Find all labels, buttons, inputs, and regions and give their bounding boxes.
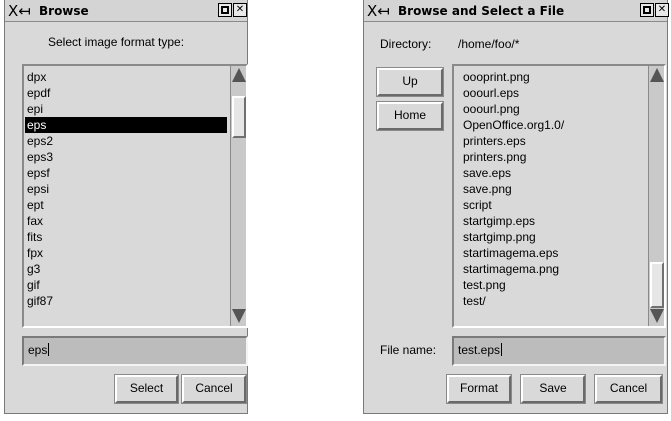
maximize-icon[interactable]: [640, 3, 654, 17]
format-input-value: eps: [28, 343, 48, 357]
format-button[interactable]: Format: [446, 374, 512, 404]
home-button[interactable]: Home: [376, 101, 444, 131]
x-logo-icon[interactable]: Χ↤: [367, 3, 390, 19]
format-prompt: Select image format type:: [48, 35, 185, 49]
save-button[interactable]: Save: [520, 374, 586, 404]
scrollbar-thumb[interactable]: [232, 96, 246, 138]
browse-dialog: Χ↤ Browse ✕ Select image format type: dp…: [4, 0, 248, 414]
filename-input[interactable]: test.eps: [452, 336, 666, 366]
list-item[interactable]: OpenOffice.org1.0/: [461, 117, 641, 133]
scroll-up-arrow-icon[interactable]: [232, 68, 246, 82]
x-logo-icon[interactable]: Χ↤: [8, 3, 31, 19]
list-item-selected[interactable]: eps: [25, 117, 227, 133]
file-list[interactable]: oooprint.png ooourl.eps ooourl.png OpenOffi…: [461, 69, 641, 323]
list-item[interactable]: epsi: [25, 181, 227, 197]
list-item[interactable]: script: [461, 197, 641, 213]
scroll-down-arrow-icon[interactable]: [232, 309, 246, 323]
list-item[interactable]: epsf: [25, 165, 227, 181]
list-item[interactable]: ooourl.eps: [461, 85, 641, 101]
directory-value: /home/foo/*: [458, 37, 520, 51]
list-item[interactable]: startgimp.eps: [461, 213, 641, 229]
maximize-icon[interactable]: [218, 3, 232, 17]
scroll-down-arrow-icon[interactable]: [650, 309, 664, 323]
filename-label: File name:: [380, 343, 437, 357]
list-item[interactable]: fpx: [25, 245, 227, 261]
format-list[interactable]: dpx epdf epi eps eps2 eps3 epsf epsi ept fax fits f…: [25, 69, 227, 323]
window-title: Browse: [39, 4, 89, 18]
list-item[interactable]: g3: [25, 261, 227, 277]
text-caret: [501, 343, 503, 356]
list-item[interactable]: test/: [461, 293, 641, 309]
list-item[interactable]: oooprint.png: [461, 69, 641, 85]
list-item[interactable]: ept: [25, 197, 227, 213]
list-item[interactable]: startgimp.png: [461, 229, 641, 245]
list-item[interactable]: save.eps: [461, 165, 641, 181]
file-list-frame: oooprint.png ooourl.eps ooourl.png OpenOffi…: [452, 64, 666, 328]
format-scrollbar[interactable]: [230, 66, 246, 326]
list-item[interactable]: startimagema.png: [461, 261, 641, 277]
file-browse-dialog: Χ↤ Browse and Select a File ✕ Directory:…: [363, 0, 669, 414]
title-bar[interactable]: Χ↤ Browse and Select a File ✕: [364, 0, 669, 22]
list-item[interactable]: save.png: [461, 181, 641, 197]
list-item[interactable]: gif87: [25, 293, 227, 309]
close-icon[interactable]: ✕: [233, 3, 247, 17]
format-list-frame: dpx epdf epi eps eps2 eps3 epsf epsi ept fax fits f…: [22, 64, 248, 328]
list-item[interactable]: printers.png: [461, 149, 641, 165]
filename-input-value: test.eps: [458, 343, 501, 357]
text-caret: [48, 343, 50, 356]
list-item[interactable]: eps2: [25, 133, 227, 149]
list-item[interactable]: fits: [25, 229, 227, 245]
scroll-up-arrow-icon[interactable]: [650, 68, 664, 82]
list-item[interactable]: epi: [25, 101, 227, 117]
select-button[interactable]: Select: [114, 374, 179, 404]
list-item[interactable]: eps3: [25, 149, 227, 165]
cancel-button[interactable]: Cancel: [594, 374, 663, 404]
list-item[interactable]: test.png: [461, 277, 641, 293]
list-item[interactable]: fax: [25, 213, 227, 229]
list-item[interactable]: printers.eps: [461, 133, 641, 149]
list-item[interactable]: dpx: [25, 69, 227, 85]
format-input[interactable]: eps: [22, 336, 248, 366]
file-scrollbar[interactable]: [648, 66, 664, 326]
cancel-button[interactable]: Cancel: [181, 374, 247, 404]
list-item[interactable]: startimagema.eps: [461, 245, 641, 261]
list-item[interactable]: epdf: [25, 85, 227, 101]
up-button[interactable]: Up: [376, 67, 444, 97]
window-title: Browse and Select a File: [398, 4, 565, 18]
close-icon[interactable]: ✕: [655, 3, 669, 17]
scrollbar-thumb[interactable]: [650, 262, 664, 308]
list-item[interactable]: gif: [25, 277, 227, 293]
list-item[interactable]: ooourl.png: [461, 101, 641, 117]
directory-label: Directory:: [380, 37, 432, 51]
title-bar[interactable]: Χ↤ Browse ✕: [5, 0, 247, 22]
